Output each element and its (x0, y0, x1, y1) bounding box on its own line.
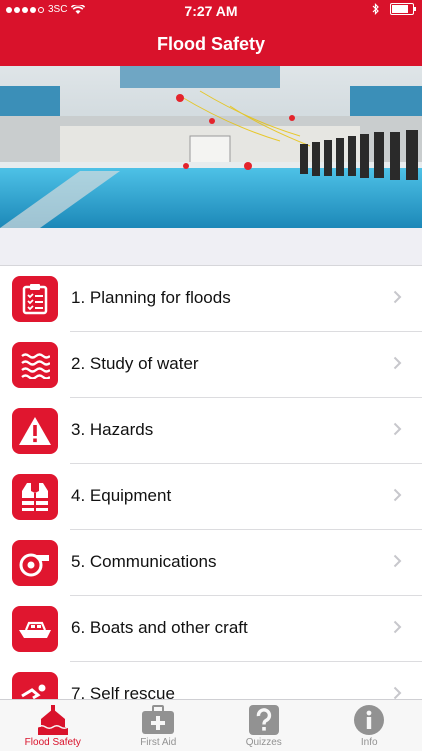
list-item[interactable]: 1. Planning for floods (0, 266, 422, 332)
tab-bar: Flood Safety First Aid Quizzes (0, 699, 422, 751)
chevron-right-icon (393, 686, 402, 700)
tab-label: Quizzes (211, 737, 317, 748)
list-item[interactable]: 5. Communications (0, 530, 422, 596)
list-item-label: 3. Hazards (71, 420, 153, 440)
list-item-label: 4. Equipment (71, 486, 171, 506)
chevron-right-icon (393, 290, 402, 304)
tab-info[interactable]: Info (317, 700, 422, 751)
flood-house-icon (36, 705, 70, 735)
status-time: 7:27 AM (0, 3, 422, 19)
list-item-label: 5. Communications (71, 552, 217, 572)
battery-icon (390, 3, 414, 15)
list-item-label: 2. Study of water (71, 354, 199, 374)
chevron-right-icon (393, 356, 402, 370)
pool-rescue-photo (0, 66, 422, 228)
clipboard-checklist-icon (12, 276, 58, 322)
list-item[interactable]: 2. Study of water (0, 332, 422, 398)
list-item[interactable]: 6. Boats and other craft (0, 596, 422, 662)
chevron-right-icon (393, 488, 402, 502)
swimmer-icon (12, 672, 58, 700)
list-item[interactable]: 3. Hazards (0, 398, 422, 464)
first-aid-kit-icon (141, 705, 175, 735)
whistle-icon (12, 540, 58, 586)
warning-triangle-icon (12, 408, 58, 454)
page-title: Flood Safety (157, 34, 265, 54)
topic-list: 1. Planning for floods 2. Study of water… (0, 265, 422, 700)
tab-first-aid[interactable]: First Aid (106, 700, 212, 751)
list-item-label: 6. Boats and other craft (71, 618, 248, 638)
tab-label: First Aid (106, 737, 212, 748)
info-icon (354, 705, 384, 735)
tab-quizzes[interactable]: Quizzes (211, 700, 317, 751)
tab-flood-safety[interactable]: Flood Safety (0, 700, 106, 751)
chevron-right-icon (393, 422, 402, 436)
chevron-right-icon (393, 554, 402, 568)
list-item[interactable]: 7. Self rescue (0, 662, 422, 700)
nav-bar: Flood Safety (0, 22, 422, 66)
chevron-right-icon (393, 620, 402, 634)
hero-image (0, 66, 422, 228)
tab-label: Flood Safety (0, 737, 106, 748)
life-jacket-icon (12, 474, 58, 520)
list-item[interactable]: 4. Equipment (0, 464, 422, 530)
tab-label: Info (317, 737, 422, 748)
boat-icon (12, 606, 58, 652)
bluetooth-icon (372, 3, 380, 15)
waves-icon (12, 342, 58, 388)
status-bar: 3SC 7:27 AM (0, 0, 422, 22)
list-item-label: 7. Self rescue (71, 684, 175, 700)
list-item-label: 1. Planning for floods (71, 288, 231, 308)
question-mark-icon (249, 705, 279, 735)
